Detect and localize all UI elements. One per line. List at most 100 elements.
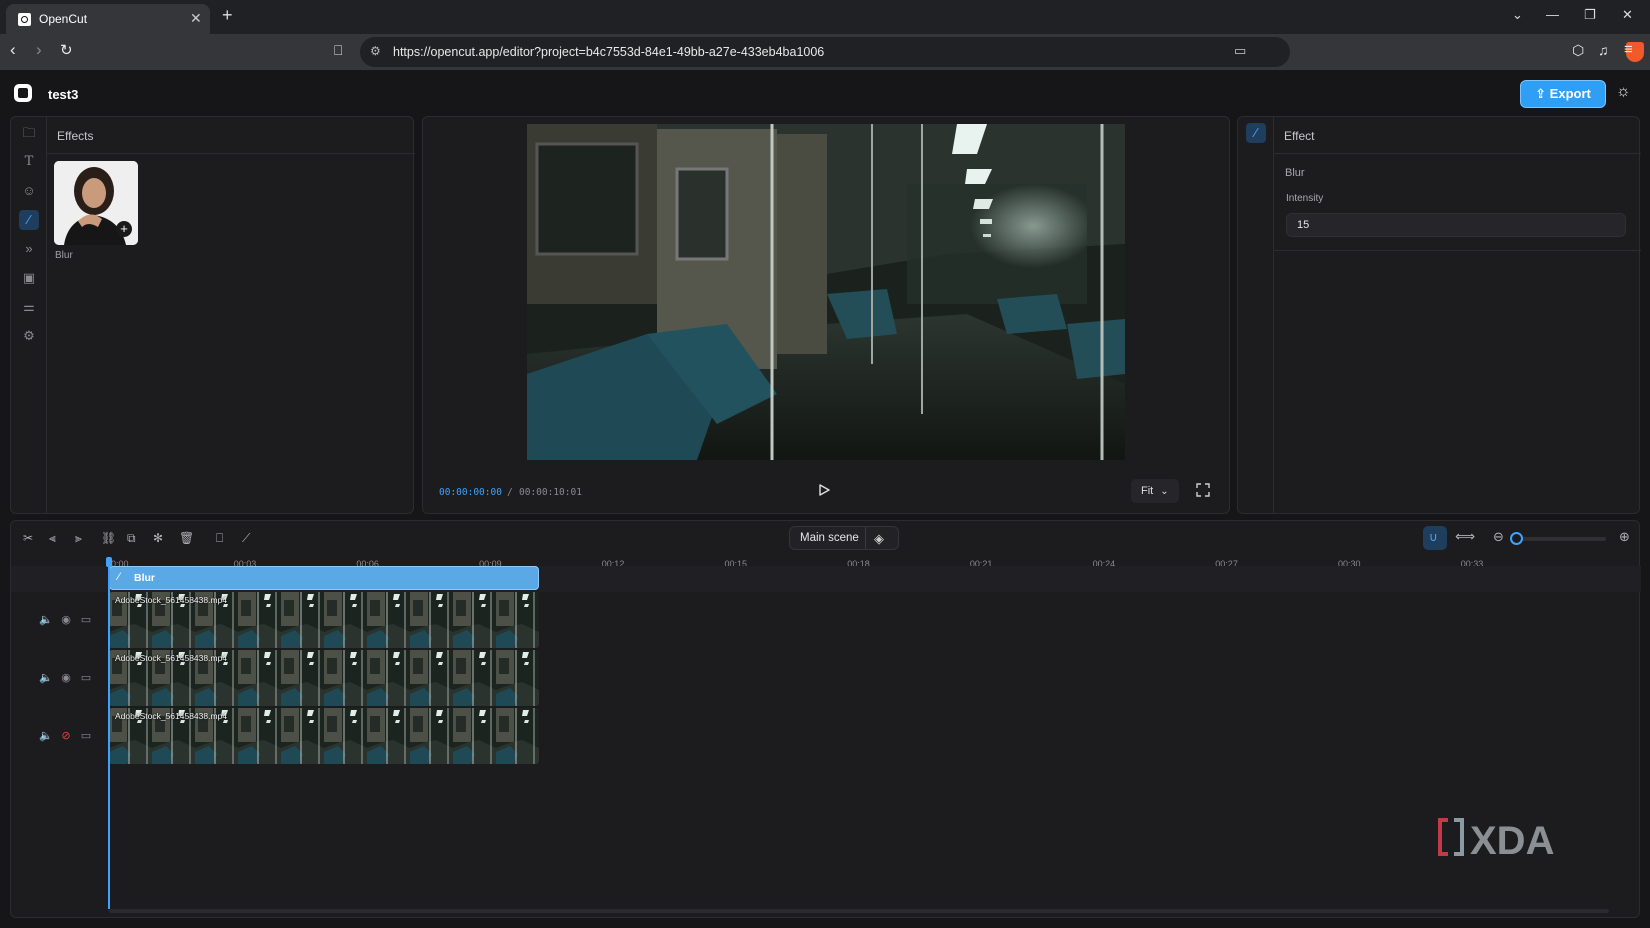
clip-name: AdobeStock_561458438.mp4 xyxy=(115,711,228,721)
video-track-header-3: 🔈 ⊘ ▭ xyxy=(39,729,99,745)
video-track-header-2: 🔈 ◉ ▭ xyxy=(39,671,99,687)
export-label: Export xyxy=(1549,86,1591,101)
extensions-icon[interactable]: ⬡ xyxy=(1572,42,1584,59)
effect-clip-blur[interactable]: ⁄ Blur xyxy=(109,566,539,590)
split-scissors-icon[interactable]: ✂ xyxy=(23,531,33,545)
filmstrip-frame xyxy=(324,708,367,764)
speaker-icon[interactable]: 🔈 xyxy=(39,729,53,743)
panel-title: Effect xyxy=(1284,129,1315,143)
speaker-icon[interactable]: 🔈 xyxy=(39,613,53,627)
align-right-icon[interactable]: ⫸ xyxy=(75,531,82,546)
filmstrip-frame xyxy=(367,708,410,764)
new-tab-plus-icon[interactable]: + xyxy=(222,5,233,26)
subway-car-image xyxy=(527,124,1125,460)
time-separator: / xyxy=(507,487,513,498)
effect-thumbnail-blur[interactable]: + xyxy=(54,161,138,245)
site-settings-icon[interactable]: ⚙ xyxy=(370,44,381,58)
text-icon[interactable]: T xyxy=(19,152,39,172)
menu-icon[interactable]: ≡ xyxy=(1624,41,1633,58)
project-name[interactable]: test3 xyxy=(48,87,78,102)
effect-label: Blur xyxy=(55,250,73,261)
total-duration: 00:00:10:01 xyxy=(519,487,582,498)
eye-icon[interactable]: ◉ xyxy=(59,613,73,627)
panel-title: Effects xyxy=(57,129,94,143)
video-clip-3[interactable]: AdobeStock_561458438.mp4 xyxy=(109,708,539,764)
graph-icon[interactable]: ⟋ xyxy=(242,531,250,546)
window-close-icon[interactable]: ✕ xyxy=(1622,7,1633,23)
cast-icon[interactable]: ▭ xyxy=(1234,43,1246,59)
filmstrip-frame xyxy=(367,650,410,706)
eye-icon[interactable]: ◉ xyxy=(59,671,73,685)
zoom-slider-track[interactable] xyxy=(1516,537,1606,541)
bookmark-marker-icon[interactable]: ⎕ xyxy=(216,531,223,546)
app-header: test3 ⇪ Export ☼ xyxy=(0,70,1650,116)
ripple-arrows-icon[interactable]: ⟺ xyxy=(1455,528,1475,545)
bookmark-icon[interactable]: ⎕ xyxy=(334,42,342,59)
delete-trash-icon[interactable]: 🗑 xyxy=(179,531,194,545)
intensity-input[interactable] xyxy=(1286,213,1626,237)
filmstrip-frame xyxy=(453,650,496,706)
fullscreen-icon[interactable] xyxy=(1196,483,1210,497)
clip-name: AdobeStock_561458438.mp4 xyxy=(115,653,228,663)
play-icon[interactable] xyxy=(817,483,831,497)
sticker-icon[interactable]: ☺ xyxy=(19,181,39,201)
filmstrip-frame xyxy=(453,592,496,648)
video-camera-icon[interactable]: ▭ xyxy=(79,613,93,627)
captions-icon[interactable]: ▣ xyxy=(19,268,39,288)
video-clip-1[interactable]: AdobeStock_561458438.mp4 xyxy=(109,592,539,648)
duplicate-icon[interactable]: ⧉ xyxy=(127,531,136,546)
zoom-in-icon[interactable]: ⊕ xyxy=(1619,529,1630,545)
divider xyxy=(1274,153,1641,154)
settings-icon[interactable]: ⚙ xyxy=(19,326,39,346)
eye-hidden-icon[interactable]: ⊘ xyxy=(59,729,73,743)
timeline-horizontal-scrollbar[interactable] xyxy=(109,909,1609,913)
browser-tab[interactable]: OpenCut ✕ xyxy=(6,4,210,34)
restore-icon[interactable]: ❐ xyxy=(1584,7,1596,23)
opencut-logo-icon[interactable] xyxy=(14,84,32,102)
filmstrip-frame xyxy=(238,650,281,706)
tab-close-icon[interactable]: ✕ xyxy=(190,10,202,27)
back-arrow-icon[interactable]: ‹ xyxy=(10,40,16,60)
theme-sun-icon[interactable]: ☼ xyxy=(1616,83,1631,101)
media-icon[interactable]: ♫ xyxy=(1598,42,1609,58)
url-text[interactable]: https://opencut.app/editor?project=b4c75… xyxy=(393,45,824,59)
address-bar[interactable]: ⚙ https://opencut.app/editor?project=b4c… xyxy=(360,37,1644,67)
effects-wand-icon[interactable]: ⁄ xyxy=(19,210,39,230)
opencut-favicon-icon xyxy=(18,13,31,26)
watermark-text: XDA xyxy=(1470,819,1554,863)
video-camera-icon[interactable]: ▭ xyxy=(79,671,93,685)
export-button[interactable]: ⇪ Export xyxy=(1520,80,1606,108)
align-left-icon[interactable]: ⫷ xyxy=(49,531,56,546)
fit-label: Fit xyxy=(1141,485,1154,497)
fit-dropdown[interactable]: Fit ⌄ xyxy=(1131,479,1179,503)
speaker-icon[interactable]: 🔈 xyxy=(39,671,53,685)
layers-icon[interactable]: ◈ xyxy=(874,531,884,547)
video-preview-canvas[interactable] xyxy=(527,124,1125,460)
video-camera-icon[interactable]: ▭ xyxy=(79,729,93,743)
tab-search-chevron-icon[interactable]: ⌄ xyxy=(1512,7,1523,23)
scene-selector[interactable]: Main scene ◈ xyxy=(789,526,899,550)
reload-icon[interactable]: ↻ xyxy=(60,41,73,59)
effect-wand-icon[interactable]: ⁄ xyxy=(1246,123,1266,143)
xda-logo-icon: XDA xyxy=(1438,818,1554,863)
zoom-out-icon[interactable]: ⊖ xyxy=(1493,529,1504,545)
export-icon: ⇪ xyxy=(1535,86,1550,101)
forward-arrow-icon[interactable]: › xyxy=(36,40,42,60)
add-effect-plus-icon[interactable]: + xyxy=(116,221,132,237)
filmstrip-frame xyxy=(238,708,281,764)
freeze-snowflake-icon[interactable]: ✻ xyxy=(153,531,163,545)
filmstrip-frame xyxy=(281,708,324,764)
filmstrip-frame xyxy=(496,708,539,764)
zoom-slider-handle[interactable] xyxy=(1510,532,1523,545)
minimize-icon[interactable]: — xyxy=(1546,7,1559,22)
snapping-magnet-button[interactable]: ∪ xyxy=(1423,526,1447,550)
adjust-icon[interactable]: ⚌ xyxy=(19,297,39,317)
filmstrip-frame xyxy=(324,650,367,706)
playhead[interactable] xyxy=(108,559,110,909)
transitions-icon[interactable]: » xyxy=(19,239,39,259)
preview-panel: 00:00:00:00 / 00:00:10:01 Fit ⌄ xyxy=(422,116,1230,514)
folder-icon[interactable]: 🗀 xyxy=(19,123,39,143)
link-icon[interactable]: ⛓ xyxy=(101,531,116,545)
video-clip-2[interactable]: AdobeStock_561458438.mp4 xyxy=(109,650,539,706)
effect-name: Blur xyxy=(1285,167,1305,179)
